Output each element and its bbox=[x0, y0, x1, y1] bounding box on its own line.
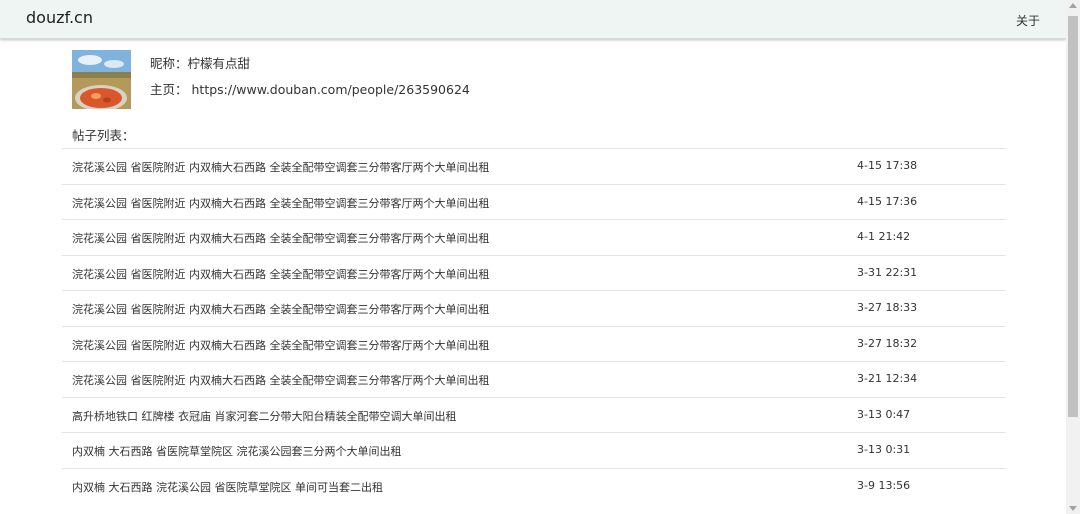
homepage-row: 主页： https://www.douban.com/people/263590… bbox=[150, 79, 470, 98]
nickname-row: 昵称：柠檬有点甜 bbox=[150, 53, 250, 72]
post-title-link[interactable]: 浣花溪公园 省医院附近 内双楠大石西路 全装全配带空调套三分带客厅两个大单间出租 bbox=[72, 230, 490, 246]
post-time: 3-21 12:34 bbox=[857, 372, 918, 385]
avatar-image bbox=[72, 50, 131, 109]
post-row: 浣花溪公园 省医院附近 内双楠大石西路 全装全配带空调套三分带客厅两个大单间出租… bbox=[62, 325, 1005, 362]
post-title-link[interactable]: 内双楠 大石西路 省医院草堂院区 浣花溪公园套三分两个大单间出租 bbox=[72, 443, 402, 459]
homepage-label: 主页： bbox=[150, 82, 188, 97]
scroll-down-arrow-icon[interactable] bbox=[1069, 506, 1077, 511]
post-row: 浣花溪公园 省医院附近 内双楠大石西路 全装全配带空调套三分带客厅两个大单间出租… bbox=[62, 254, 1005, 291]
post-title-link[interactable]: 浣花溪公园 省医院附近 内双楠大石西路 全装全配带空调套三分带客厅两个大单间出租 bbox=[72, 266, 490, 282]
post-row: 浣花溪公园 省医院附近 内双楠大石西路 全装全配带空调套三分带客厅两个大单间出租… bbox=[62, 148, 1005, 184]
post-list-title: 帖子列表： bbox=[72, 128, 135, 143]
post-title-link[interactable]: 浣花溪公园 省医院附近 内双楠大石西路 全装全配带空调套三分带客厅两个大单间出租 bbox=[72, 337, 490, 353]
post-time: 4-15 17:36 bbox=[857, 194, 918, 208]
post-title-link[interactable]: 浣花溪公园 省医院附近 内双楠大石西路 全装全配带空调套三分带客厅两个大单间出租 bbox=[72, 159, 490, 175]
scrollbar-thumb[interactable] bbox=[1068, 16, 1078, 417]
post-time: 3-27 18:33 bbox=[857, 301, 918, 314]
post-title-link[interactable]: 浣花溪公园 省医院附近 内双楠大石西路 全装全配带空调套三分带客厅两个大单间出租 bbox=[72, 372, 490, 388]
post-time: 3-9 13:56 bbox=[857, 478, 911, 492]
post-title-link[interactable]: 浣花溪公园 省医院附近 内双楠大石西路 全装全配带空调套三分带客厅两个大单间出租 bbox=[72, 195, 490, 211]
post-time: 3-27 18:32 bbox=[857, 336, 918, 350]
avatar bbox=[72, 50, 131, 109]
post-time: 3-13 0:47 bbox=[857, 407, 911, 421]
vertical-scrollbar[interactable] bbox=[1066, 0, 1080, 514]
post-row: 浣花溪公园 省医院附近 内双楠大石西路 全装全配带空调套三分带客厅两个大单间出租… bbox=[62, 219, 1005, 255]
post-row: 浣花溪公园 省医院附近 内双楠大石西路 全装全配带空调套三分带客厅两个大单间出租… bbox=[62, 183, 1005, 220]
homepage-link[interactable]: https://www.douban.com/people/263590624 bbox=[192, 82, 470, 97]
post-row: 内双楠 大石西路 浣花溪公园 省医院草堂院区 单间可当套二出租 3-9 13:5… bbox=[62, 467, 1005, 504]
post-title-link[interactable]: 内双楠 大石西路 浣花溪公园 省医院草堂院区 单间可当套二出租 bbox=[72, 479, 383, 495]
scroll-up-arrow-icon[interactable] bbox=[1069, 3, 1077, 8]
post-row: 浣花溪公园 省医院附近 内双楠大石西路 全装全配带空调套三分带客厅两个大单间出租… bbox=[62, 290, 1005, 326]
post-row: 高升桥地铁口 红牌楼 衣冠庙 肖家河套二分带大阳台精装全配带空调大单间出租 3-… bbox=[62, 396, 1005, 433]
brand-link[interactable]: douzf.cn bbox=[26, 8, 93, 27]
post-time: 4-15 17:38 bbox=[857, 159, 918, 172]
post-time: 4-1 21:42 bbox=[857, 230, 911, 243]
post-list: 浣花溪公园 省医院附近 内双楠大石西路 全装全配带空调套三分带客厅两个大单间出租… bbox=[62, 148, 1005, 503]
nickname-label: 昵称： bbox=[150, 56, 188, 71]
post-row: 浣花溪公园 省医院附近 内双楠大石西路 全装全配带空调套三分带客厅两个大单间出租… bbox=[62, 361, 1005, 397]
post-row: 内双楠 大石西路 省医院草堂院区 浣花溪公园套三分两个大单间出租 3-13 0:… bbox=[62, 432, 1005, 468]
about-link[interactable]: 关于 bbox=[1016, 12, 1040, 29]
post-time: 3-13 0:31 bbox=[857, 443, 911, 456]
post-title-link[interactable]: 浣花溪公园 省医院附近 内双楠大石西路 全装全配带空调套三分带客厅两个大单间出租 bbox=[72, 301, 490, 317]
post-time: 3-31 22:31 bbox=[857, 265, 918, 279]
post-title-link[interactable]: 高升桥地铁口 红牌楼 衣冠庙 肖家河套二分带大阳台精装全配带空调大单间出租 bbox=[72, 408, 457, 424]
navbar: douzf.cn 关于 bbox=[0, 0, 1066, 39]
nickname-value: 柠檬有点甜 bbox=[187, 56, 251, 71]
